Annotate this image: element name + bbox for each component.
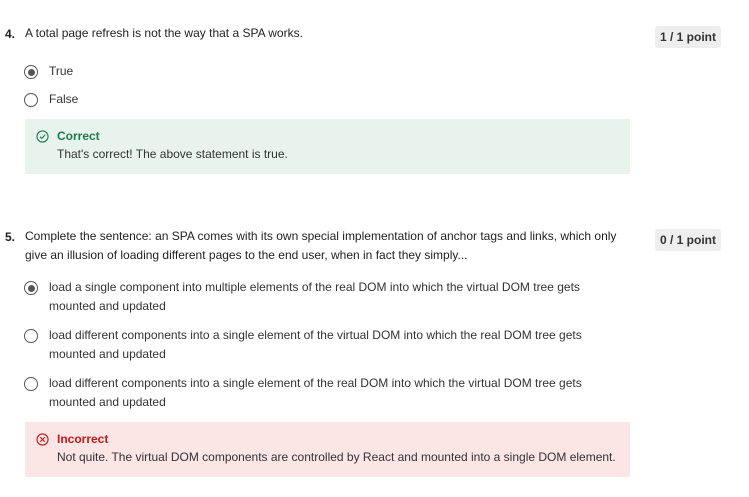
x-circle-icon xyxy=(36,433,49,446)
feedback-message: That's correct! The above statement is t… xyxy=(57,147,288,161)
radio-unselected[interactable] xyxy=(24,377,38,391)
option-label: False xyxy=(49,92,79,106)
option-label: load different components into a single … xyxy=(49,376,582,409)
radio-selected[interactable] xyxy=(24,281,38,295)
question-number: 5. xyxy=(5,230,16,244)
feedback-title: Correct xyxy=(57,129,100,143)
option-label: load a single component into multiple el… xyxy=(49,280,580,313)
feedback-title: Incorrect xyxy=(57,432,109,446)
radio-selected[interactable] xyxy=(24,65,38,79)
radio-unselected[interactable] xyxy=(24,93,38,107)
question-text: Complete the sentence: an SPA comes with… xyxy=(25,229,617,262)
feedback-correct: Correct That's correct! The above statem… xyxy=(25,119,630,174)
option-label: load different components into a single … xyxy=(49,328,582,361)
question-text: A total page refresh is not the way that… xyxy=(25,26,303,40)
check-circle-icon xyxy=(36,130,49,143)
question-number: 4. xyxy=(5,27,16,41)
feedback-incorrect: Incorrect Not quite. The virtual DOM com… xyxy=(25,422,630,477)
option-label: True xyxy=(49,64,74,78)
radio-unselected[interactable] xyxy=(24,329,38,343)
points-badge: 1 / 1 point xyxy=(654,26,721,48)
feedback-message: Not quite. The virtual DOM components ar… xyxy=(57,450,616,464)
points-badge: 0 / 1 point xyxy=(654,229,721,251)
